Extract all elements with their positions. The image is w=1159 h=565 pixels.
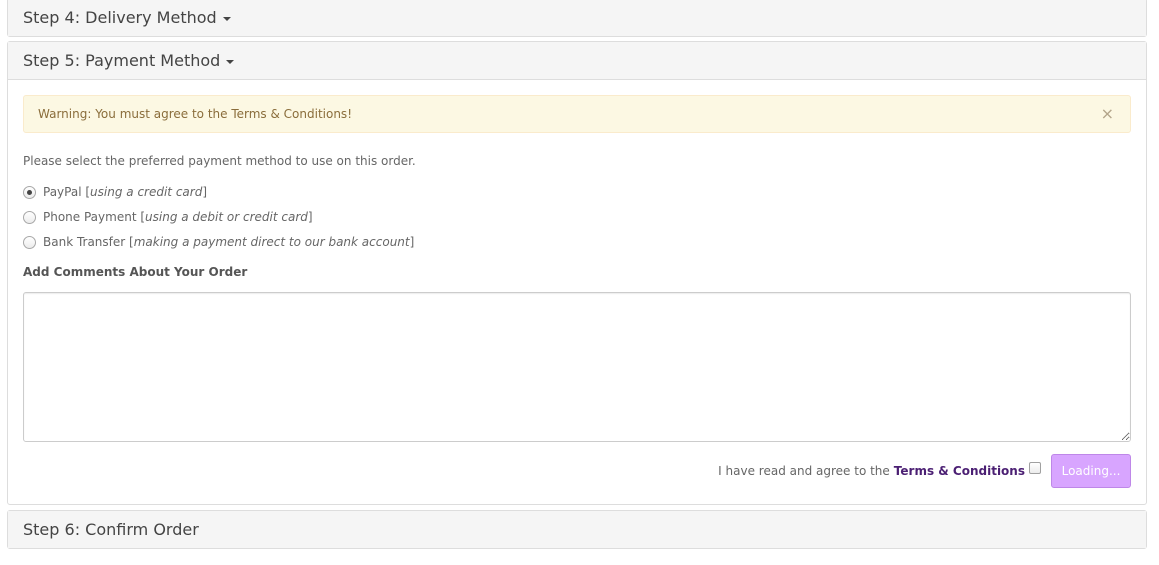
step6-heading[interactable]: Step 6: Confirm Order bbox=[8, 511, 1146, 548]
step6-title: Step 6: Confirm Order bbox=[23, 520, 199, 539]
caret-down-icon bbox=[222, 16, 231, 21]
payment-option-name: PayPal bbox=[43, 185, 82, 199]
payment-option-bank-transfer[interactable]: Bank Transfer [making a payment direct t… bbox=[23, 235, 414, 249]
payment-option-detail: using a debit or credit card bbox=[145, 210, 308, 224]
continue-button[interactable]: Loading... bbox=[1051, 454, 1131, 488]
payment-option-paypal[interactable]: PayPal [using a credit card] bbox=[23, 185, 207, 199]
caret-down-icon bbox=[226, 59, 235, 64]
agree-checkbox[interactable] bbox=[1029, 462, 1041, 474]
payment-option-name: Phone Payment bbox=[43, 210, 137, 224]
payment-option-detail: making a payment direct to our bank acco… bbox=[133, 235, 410, 249]
payment-option-phone[interactable]: Phone Payment [using a debit or credit c… bbox=[23, 210, 313, 224]
radio-button-paypal[interactable] bbox=[23, 185, 36, 199]
warning-alert: Warning: You must agree to the Terms & C… bbox=[23, 95, 1131, 133]
radio-button-phone[interactable] bbox=[23, 210, 36, 224]
warning-alert-text: Warning: You must agree to the Terms & C… bbox=[38, 107, 352, 121]
close-icon[interactable]: × bbox=[1101, 105, 1114, 123]
step5-title: Step 5: Payment Method bbox=[23, 51, 221, 70]
step4-title: Step 4: Delivery Method bbox=[23, 8, 217, 27]
panel-step4-delivery-method: Step 4: Delivery Method bbox=[7, 0, 1147, 37]
payment-intro-text: Please select the preferred payment meth… bbox=[23, 154, 416, 168]
agree-text: I have read and agree to the bbox=[718, 464, 890, 478]
radio-button-bank-transfer[interactable] bbox=[23, 235, 36, 249]
step5-body: Warning: You must agree to the Terms & C… bbox=[8, 80, 1146, 488]
payment-option-detail: using a credit card bbox=[90, 185, 203, 199]
panel-step5-payment-method: Step 5: Payment Method Warning: You must… bbox=[7, 41, 1147, 505]
comments-label: Add Comments About Your Order bbox=[23, 265, 248, 279]
comments-textarea[interactable] bbox=[23, 292, 1131, 442]
step4-heading[interactable]: Step 4: Delivery Method bbox=[8, 0, 1146, 36]
payment-option-name: Bank Transfer bbox=[43, 235, 126, 249]
step5-heading[interactable]: Step 5: Payment Method bbox=[8, 42, 1146, 80]
terms-agreement-row: I have read and agree to the Terms & Con… bbox=[718, 454, 1131, 488]
panel-step6-confirm-order: Step 6: Confirm Order bbox=[7, 510, 1147, 549]
terms-conditions-link[interactable]: Terms & Conditions bbox=[894, 464, 1025, 478]
